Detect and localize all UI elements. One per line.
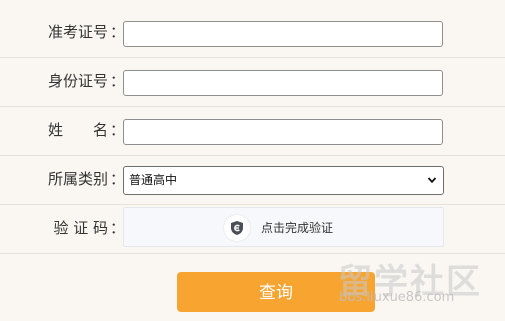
id-number-row: 身份证号： (0, 57, 505, 107)
captcha-widget[interactable]: 点击完成验证 (123, 207, 444, 247)
colon: ： (110, 219, 126, 237)
category-selected-value: 普通高中 (129, 173, 178, 187)
name-input[interactable] (123, 119, 443, 145)
id-number-label: 身份证号 (47, 72, 108, 90)
colon: ： (110, 72, 126, 90)
colon: ： (110, 23, 126, 41)
exam-number-row: 准考证号： (0, 8, 505, 58)
category-label: 所属类别 (47, 170, 108, 188)
watermark-url: bbs.liuxue86.com (339, 290, 455, 305)
captcha-label-wrap: 验 证 码： (0, 204, 126, 253)
shield-icon (224, 215, 250, 241)
category-select[interactable]: 普通高中 (123, 166, 444, 195)
id-number-input[interactable] (123, 70, 443, 96)
captcha-label: 验 证 码 (53, 219, 108, 237)
site-watermark: 留学社区 bbs.liuxue86.com (338, 254, 498, 316)
chevron-down-icon (427, 177, 437, 184)
name-label-wrap: 姓 名： (0, 106, 126, 155)
captcha-prompt: 点击完成验证 (261, 221, 334, 235)
category-label-wrap: 所属类别： (0, 155, 126, 204)
category-row: 所属类别： 普通高中 (0, 155, 505, 205)
colon: ： (110, 121, 126, 139)
name-row: 姓 名： (0, 106, 505, 156)
exam-number-label-wrap: 准考证号： (0, 8, 126, 57)
exam-number-label: 准考证号 (47, 23, 108, 41)
name-label: 姓 名 (47, 121, 108, 139)
id-number-label-wrap: 身份证号： (0, 57, 126, 106)
exam-number-input[interactable] (123, 21, 443, 47)
colon: ： (110, 170, 126, 188)
